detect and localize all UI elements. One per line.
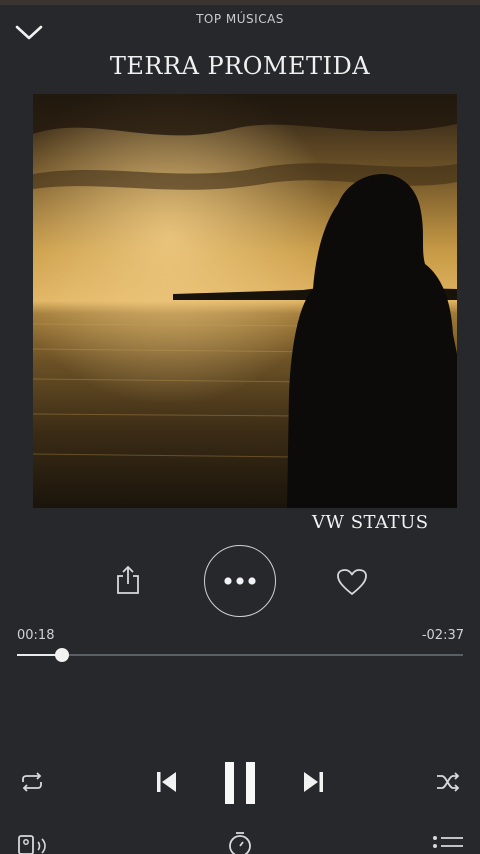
elapsed-time: 00:18 bbox=[17, 628, 55, 643]
sleep-timer-button[interactable] bbox=[224, 830, 256, 854]
album-art bbox=[33, 94, 457, 508]
device-button[interactable] bbox=[16, 834, 50, 854]
more-options-button[interactable] bbox=[204, 545, 276, 617]
skip-previous-icon bbox=[157, 772, 176, 792]
shuffle-icon bbox=[437, 772, 460, 792]
progress-thumb[interactable] bbox=[54, 648, 69, 662]
next-button[interactable] bbox=[298, 766, 330, 798]
artwork-caption: VW STATUS bbox=[312, 512, 429, 533]
previous-button[interactable] bbox=[150, 766, 182, 798]
speaker-device-icon bbox=[18, 835, 46, 854]
remaining-time: -02:37 bbox=[421, 628, 464, 643]
skip-next-icon bbox=[304, 772, 323, 792]
repeat-button[interactable] bbox=[16, 767, 48, 797]
chevron-down-icon bbox=[15, 25, 43, 40]
shuffle-button[interactable] bbox=[432, 767, 464, 797]
queue-button[interactable] bbox=[430, 834, 466, 854]
share-button[interactable] bbox=[108, 560, 148, 600]
repeat-icon bbox=[22, 772, 42, 792]
queue-list-icon bbox=[433, 836, 463, 848]
playlist-label: TOP MÚSICAS bbox=[196, 12, 284, 26]
share-icon bbox=[117, 565, 139, 594]
more-options-icon bbox=[224, 577, 256, 585]
top-edge bbox=[0, 0, 480, 5]
sleep-timer-icon bbox=[229, 832, 251, 854]
progress-slider[interactable] bbox=[17, 648, 463, 662]
pause-button[interactable] bbox=[218, 758, 262, 808]
pause-icon bbox=[225, 762, 255, 804]
like-button[interactable] bbox=[332, 562, 372, 602]
heart-icon bbox=[337, 569, 367, 595]
song-title: TERRA PROMETIDA bbox=[109, 52, 371, 80]
